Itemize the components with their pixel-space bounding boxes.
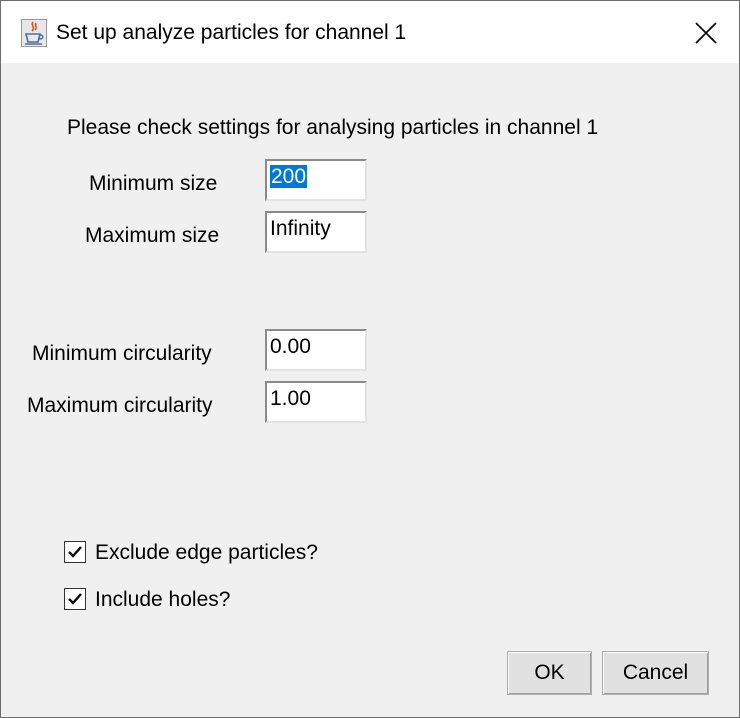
max-size-label: Maximum size — [85, 224, 220, 247]
include-holes-checkbox[interactable] — [64, 588, 86, 610]
min-size-value: 200 — [270, 165, 308, 188]
checkmark-icon — [68, 593, 82, 605]
min-size-input[interactable]: 200 — [265, 159, 367, 201]
exclude-edges-checkbox[interactable] — [64, 541, 86, 563]
max-circularity-input[interactable]: 1.00 — [265, 381, 367, 423]
window-title: Set up analyze particles for channel 1 — [56, 21, 407, 44]
max-size-input[interactable]: Infinity — [265, 211, 367, 253]
min-circularity-label: Minimum circularity — [32, 342, 212, 365]
min-circularity-value: 0.00 — [270, 335, 311, 358]
ok-button[interactable]: OK — [507, 651, 592, 695]
java-cup-icon — [21, 19, 47, 47]
max-circularity-label: Maximum circularity — [27, 394, 213, 417]
max-circularity-value: 1.00 — [270, 387, 311, 410]
exclude-edges-label[interactable]: Exclude edge particles? — [95, 541, 318, 565]
checkmark-icon — [68, 546, 82, 558]
max-size-value: Infinity — [270, 217, 331, 240]
include-holes-label[interactable]: Include holes? — [95, 588, 230, 612]
cancel-button[interactable]: Cancel — [602, 651, 709, 695]
instructions-text: Please check settings for analysing part… — [67, 116, 599, 139]
dialog-window: Set up analyze particles for channel 1 P… — [0, 0, 740, 718]
close-icon — [695, 22, 717, 44]
min-circularity-input[interactable]: 0.00 — [265, 329, 367, 371]
close-button[interactable] — [677, 11, 735, 55]
title-bar[interactable]: Set up analyze particles for channel 1 — [1, 1, 739, 63]
min-size-label: Minimum size — [89, 172, 218, 195]
